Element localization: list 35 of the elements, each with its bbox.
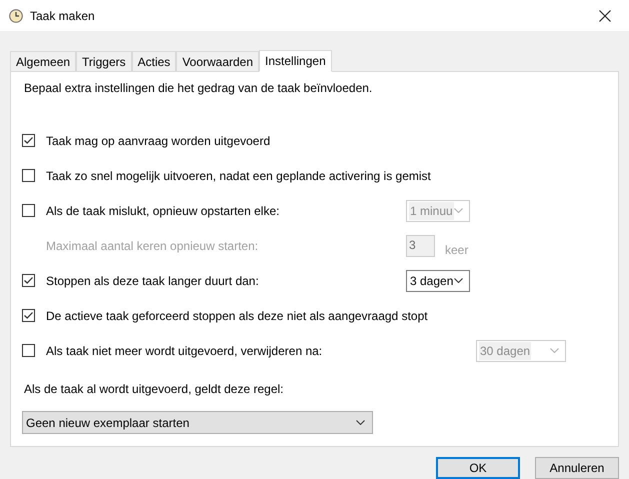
clock-icon — [9, 8, 23, 22]
checkmark-icon — [24, 137, 33, 144]
checkbox[interactable] — [22, 169, 35, 182]
checkbox-label: Als taak niet meer wordt uitgevoerd, verwijderen na: — [46, 342, 324, 360]
tab[interactable]: Instellingen — [259, 50, 332, 72]
tab[interactable]: Triggers — [76, 51, 132, 71]
description-text: Bepaal extra instellingen die het gedrag van de taak beïnvloeden. — [23, 80, 374, 97]
checkbox-label: Taak zo snel mogelijk uitvoeren, nadat een geplande activering is gemist — [46, 168, 431, 184]
chevron-icon — [454, 278, 463, 283]
checkbox[interactable] — [22, 204, 35, 217]
tab[interactable]: Acties — [132, 51, 176, 71]
field-label: Maximaal aantal keren opnieuw starten: — [46, 238, 260, 254]
chevron-icon — [454, 208, 463, 213]
dialog-button[interactable]: Annuleren — [535, 457, 619, 479]
checkbox[interactable] — [22, 274, 35, 287]
window-title: Taak maken — [30, 8, 95, 24]
checkmark-icon — [24, 277, 33, 284]
rule-label: Als de taak al wordt uitgevoerd, geldt deze regel: — [23, 381, 284, 398]
checkbox-label: Stoppen als deze taak langer duurt dan: — [46, 272, 260, 290]
close-icon — [599, 10, 611, 22]
checkmark-icon — [24, 312, 33, 319]
dropdown[interactable]: 3 dagen — [406, 270, 470, 292]
tab[interactable]: Voorwaarden — [176, 51, 260, 71]
checkbox-label: Taak mag op aanvraag worden uitgevoerd — [46, 132, 272, 150]
rule-dropdown[interactable]: Geen nieuw exemplaar starten — [22, 411, 373, 434]
unit-label: keer — [445, 242, 468, 258]
checkbox-label: De actieve taak geforceerd stoppen als deze niet als aangevraagd stopt — [46, 308, 428, 324]
chevron-icon — [550, 348, 559, 353]
chevron-icon — [356, 420, 365, 425]
checkbox[interactable] — [22, 134, 35, 147]
checkbox-label: Als de taak mislukt, opnieuw opstarten elke: — [46, 202, 280, 220]
checkbox[interactable] — [22, 344, 35, 357]
checkbox[interactable] — [22, 309, 35, 322]
dialog-button[interactable]: OK — [436, 457, 520, 479]
tab[interactable]: Algemeen — [10, 51, 76, 71]
